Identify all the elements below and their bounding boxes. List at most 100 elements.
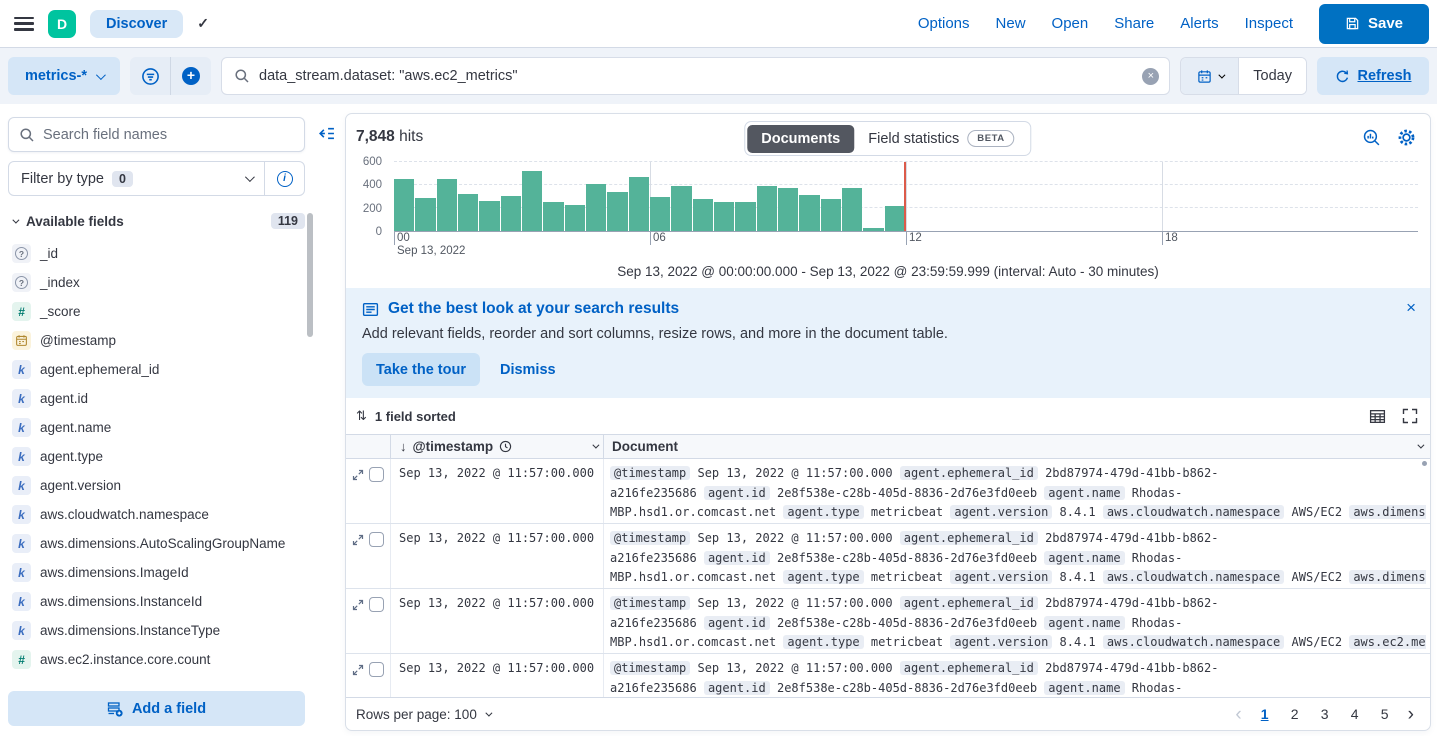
- save-button[interactable]: Save: [1319, 4, 1429, 44]
- histogram-bar[interactable]: [394, 179, 414, 231]
- nav-link-inspect[interactable]: Inspect: [1245, 15, 1293, 32]
- nav-link-open[interactable]: Open: [1052, 15, 1089, 32]
- histogram-bar[interactable]: [607, 192, 627, 231]
- field-item[interactable]: ?_index: [8, 268, 305, 297]
- menu-icon[interactable]: [14, 17, 34, 31]
- chevron-down-icon[interactable]: [12, 216, 19, 223]
- field-item[interactable]: kaws.dimensions.AutoScalingGroupName: [8, 529, 305, 558]
- histogram-bar[interactable]: [863, 228, 883, 231]
- histogram-bar[interactable]: [543, 202, 563, 231]
- field-item[interactable]: kaws.dimensions.ImageId: [8, 558, 305, 587]
- histogram-bar[interactable]: [799, 195, 819, 231]
- field-item[interactable]: #_score: [8, 297, 305, 326]
- histogram-bar[interactable]: [522, 171, 542, 231]
- histogram-bar[interactable]: [693, 199, 713, 231]
- close-icon[interactable]: ×: [1406, 298, 1416, 318]
- nav-link-alerts[interactable]: Alerts: [1180, 15, 1218, 32]
- histogram-bar[interactable]: [458, 194, 478, 231]
- keyword-type-icon: k: [12, 505, 31, 524]
- clear-query-icon[interactable]: ×: [1142, 68, 1159, 85]
- filter-by-type-select[interactable]: Filter by type 0 i: [8, 161, 305, 196]
- add-field-button[interactable]: Add a field: [8, 691, 305, 726]
- add-filter-button[interactable]: +: [171, 57, 211, 95]
- histogram-bar[interactable]: [842, 188, 862, 231]
- space-avatar[interactable]: D: [48, 10, 76, 38]
- expand-row-icon[interactable]: [352, 664, 364, 676]
- histogram-bar[interactable]: [437, 179, 457, 231]
- field-item[interactable]: kagent.ephemeral_id: [8, 355, 305, 384]
- histogram-bar[interactable]: [757, 186, 777, 231]
- tab-field-statistics[interactable]: Field statistics BETA: [854, 124, 1029, 153]
- histogram-bar[interactable]: [650, 197, 670, 231]
- timestamp-column-header[interactable]: ↓ @timestamp: [391, 435, 604, 458]
- field-item[interactable]: @timestamp: [8, 326, 305, 355]
- chevron-down-icon[interactable]: [592, 442, 599, 449]
- field-item[interactable]: kaws.dimensions.InstanceType: [8, 616, 305, 645]
- histogram-bar[interactable]: [778, 188, 798, 231]
- field-name: agent.type: [40, 447, 103, 466]
- breadcrumb[interactable]: Discover: [90, 10, 183, 38]
- row-checkbox[interactable]: [369, 467, 384, 482]
- row-checkbox[interactable]: [369, 597, 384, 612]
- next-page-icon[interactable]: ›: [1402, 705, 1420, 724]
- refresh-button[interactable]: Refresh: [1317, 57, 1429, 95]
- row-controls: [346, 654, 391, 697]
- dismiss-link[interactable]: Dismiss: [500, 362, 556, 378]
- date-quick-select[interactable]: Today: [1239, 58, 1306, 94]
- field-item[interactable]: kaws.dimensions.InstanceId: [8, 587, 305, 616]
- expand-row-icon[interactable]: [352, 599, 364, 611]
- histogram-bar[interactable]: [629, 177, 649, 231]
- saved-query-icon[interactable]: [130, 57, 170, 95]
- gear-icon[interactable]: [1397, 128, 1416, 147]
- take-tour-button[interactable]: Take the tour: [362, 353, 480, 386]
- page-button-5[interactable]: 5: [1372, 701, 1398, 727]
- field-item[interactable]: kagent.id: [8, 384, 305, 413]
- histogram-bar[interactable]: [479, 201, 499, 231]
- histogram-bar[interactable]: [586, 184, 606, 231]
- chart-options-icon[interactable]: [1362, 128, 1381, 147]
- tab-documents[interactable]: Documents: [747, 125, 854, 153]
- page-button-4[interactable]: 4: [1342, 701, 1368, 727]
- nav-link-new[interactable]: New: [996, 15, 1026, 32]
- data-view-selector[interactable]: metrics-*: [8, 57, 120, 95]
- histogram-bar[interactable]: [501, 196, 521, 231]
- info-icon[interactable]: i: [264, 162, 304, 195]
- histogram-bar[interactable]: [821, 199, 841, 231]
- fullscreen-icon[interactable]: [1402, 408, 1418, 424]
- expand-row-icon[interactable]: [352, 534, 364, 546]
- row-checkbox[interactable]: [369, 662, 384, 677]
- field-chip: agent.name: [1044, 486, 1124, 500]
- histogram-bar[interactable]: [714, 202, 734, 231]
- expand-row-icon[interactable]: [352, 469, 364, 481]
- keyword-type-icon: k: [12, 389, 31, 408]
- field-item[interactable]: kagent.version: [8, 471, 305, 500]
- field-item[interactable]: #aws.ec2.instance.core.count: [8, 645, 305, 674]
- previous-page-icon[interactable]: ‹: [1229, 705, 1247, 724]
- field-item[interactable]: ?_id: [8, 239, 305, 268]
- histogram-bar[interactable]: [885, 206, 905, 231]
- query-input[interactable]: [259, 68, 1133, 84]
- field-item[interactable]: kagent.type: [8, 442, 305, 471]
- histogram-bar[interactable]: [415, 198, 435, 231]
- sidebar-scrollbar[interactable]: [307, 213, 313, 337]
- page-button-3[interactable]: 3: [1312, 701, 1338, 727]
- date-picker-button[interactable]: [1181, 58, 1239, 94]
- row-checkbox[interactable]: [369, 532, 384, 547]
- histogram-bar[interactable]: [735, 202, 755, 231]
- sorted-fields-button[interactable]: 1 field sorted: [375, 409, 456, 424]
- field-item[interactable]: kaws.cloudwatch.namespace: [8, 500, 305, 529]
- histogram-bar[interactable]: [671, 186, 691, 231]
- rows-per-page-button[interactable]: Rows per page: 100: [356, 707, 490, 722]
- display-options-icon[interactable]: [1369, 408, 1386, 425]
- page-button-2[interactable]: 2: [1282, 701, 1308, 727]
- histogram-bar[interactable]: [565, 205, 585, 231]
- field-item[interactable]: kagent.name: [8, 413, 305, 442]
- chevron-down-icon[interactable]: [1417, 442, 1424, 449]
- nav-link-share[interactable]: Share: [1114, 15, 1154, 32]
- document-column-header[interactable]: Document: [604, 435, 1430, 458]
- field-search-input[interactable]: [43, 127, 294, 143]
- page-button-1[interactable]: 1: [1252, 701, 1278, 727]
- table-scrollbar[interactable]: [1422, 461, 1427, 466]
- nav-link-options[interactable]: Options: [918, 15, 970, 32]
- collapse-sidebar-icon[interactable]: [318, 125, 335, 142]
